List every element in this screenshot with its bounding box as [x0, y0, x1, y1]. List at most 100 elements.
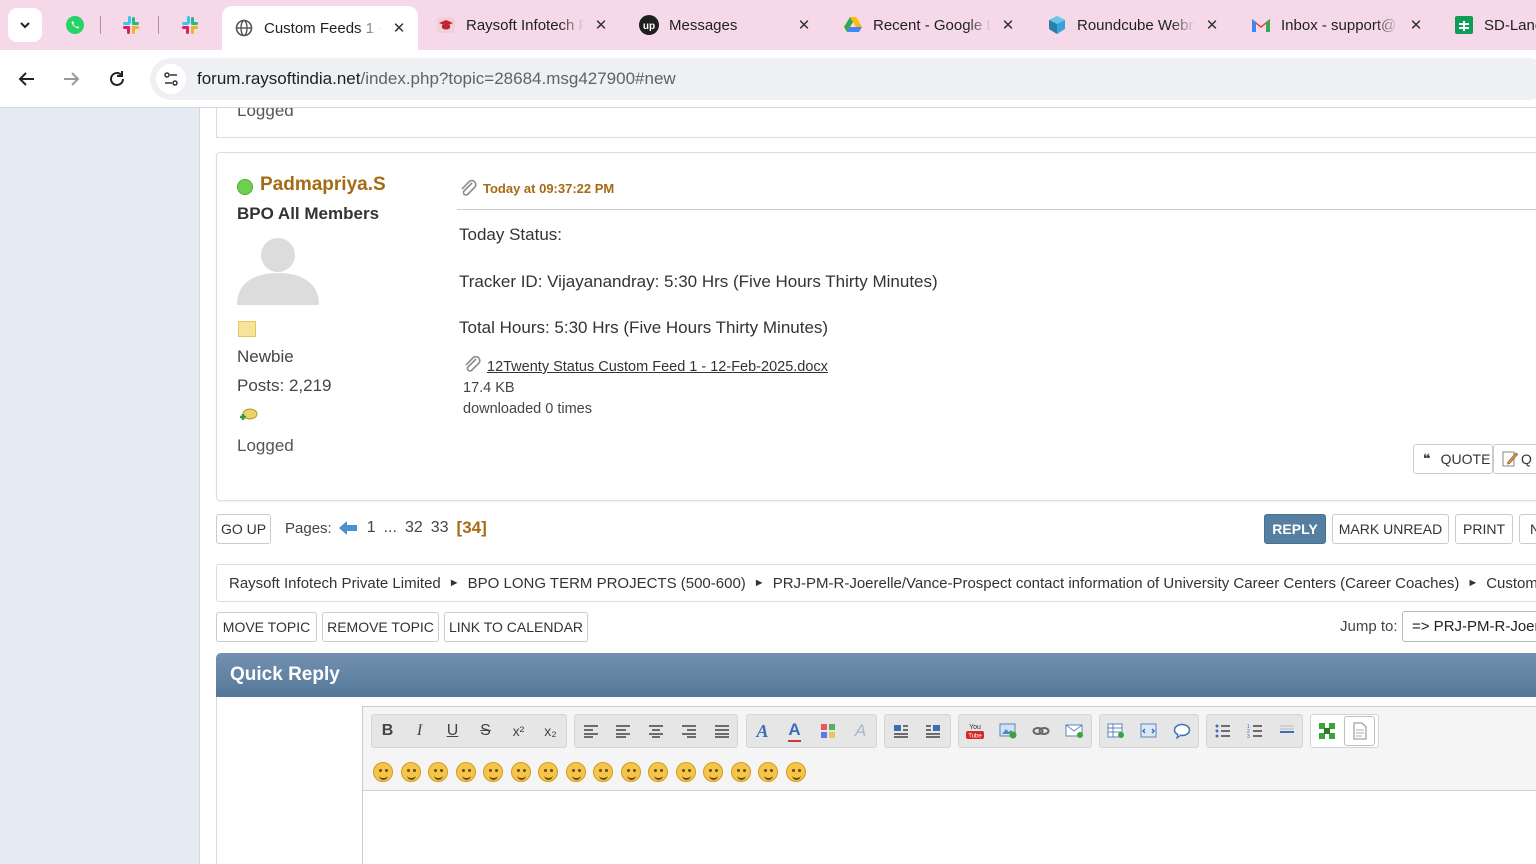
remove-format-button[interactable]: A: [845, 716, 876, 746]
bullet-list-button[interactable]: [1207, 716, 1238, 746]
smiley-icon[interactable]: [538, 762, 558, 782]
page-link[interactable]: 33: [431, 519, 449, 537]
smiley-icon[interactable]: [593, 762, 613, 782]
mark-unread-button[interactable]: MARK UNREAD: [1332, 514, 1449, 544]
quote-button[interactable]: ❝ QUOTE: [1413, 444, 1493, 474]
insert-link-button[interactable]: [1025, 716, 1056, 746]
pinned-tab-slack-1[interactable]: [116, 10, 146, 40]
upwork-icon: up: [639, 15, 659, 35]
close-icon[interactable]: ✕: [1405, 14, 1427, 36]
site-info-icon[interactable]: [156, 64, 186, 94]
jump-to-select[interactable]: => PRJ-PM-R-Joerelle: [1402, 611, 1536, 642]
align-left-button[interactable]: [607, 716, 638, 746]
superscript-button[interactable]: x²: [503, 716, 534, 746]
page-link[interactable]: 1: [367, 519, 376, 537]
font-size-button[interactable]: A: [779, 716, 810, 746]
smiley-icon[interactable]: [483, 762, 503, 782]
tab-search-button[interactable]: [8, 8, 42, 42]
tab-sd-lane[interactable]: SD-Lane: [1442, 7, 1536, 43]
breadcrumb-item[interactable]: Custom Feeds: [1486, 575, 1536, 592]
insert-code-button[interactable]: [1133, 716, 1164, 746]
reply-textarea[interactable]: [363, 792, 1536, 864]
browser-toolbar: forum.raysoftindia.net/index.php?topic=2…: [0, 50, 1536, 108]
breadcrumb-item[interactable]: PRJ-PM-R-Joerelle/Vance-Prospect contact…: [773, 575, 1460, 592]
smiley-icon[interactable]: [511, 762, 531, 782]
tab-title: Recent - Google D: [873, 16, 991, 34]
close-icon[interactable]: ✕: [997, 14, 1019, 36]
smiley-icon[interactable]: [758, 762, 778, 782]
breadcrumb-item[interactable]: Raysoft Infotech Private Limited: [229, 575, 441, 592]
tab-custom-feeds[interactable]: Custom Feeds 1 - ✕: [222, 6, 418, 50]
tab-raysoft[interactable]: Raysoft Infotech P ✕: [424, 7, 620, 43]
move-topic-button[interactable]: MOVE TOPIC: [216, 612, 317, 642]
smiley-icon[interactable]: [401, 762, 421, 782]
reply-button[interactable]: REPLY: [1264, 514, 1326, 544]
toggle-view-button[interactable]: [1311, 716, 1342, 746]
forum-page: Logged Padmapriya.S BPO All Members Newb…: [0, 108, 1536, 864]
font-color-button[interactable]: [812, 716, 843, 746]
smiley-icon[interactable]: [731, 762, 751, 782]
quick-edit-button[interactable]: Q: [1493, 444, 1536, 474]
address-bar[interactable]: forum.raysoftindia.net/index.php?topic=2…: [150, 58, 1536, 100]
smiley-icon[interactable]: [676, 762, 696, 782]
attachment-link[interactable]: 12Twenty Status Custom Feed 1 - 12-Feb-2…: [487, 359, 828, 375]
underline-button[interactable]: U: [437, 716, 468, 746]
close-icon[interactable]: ✕: [388, 17, 410, 39]
slack-icon: [182, 16, 198, 34]
link-to-calendar-button[interactable]: LINK TO CALENDAR: [444, 612, 588, 642]
quick-reply-header[interactable]: Quick Reply: [216, 653, 1536, 697]
poster-name[interactable]: Padmapriya.S: [260, 174, 386, 196]
go-up-button[interactable]: GO UP: [216, 514, 271, 544]
image-icon: [999, 723, 1016, 739]
insert-email-button[interactable]: [1058, 716, 1089, 746]
send-message-icon[interactable]: [238, 407, 258, 425]
tab-messages[interactable]: up Messages ✕: [627, 7, 823, 43]
insert-image-button[interactable]: [992, 716, 1023, 746]
tab-roundcube[interactable]: Roundcube Webm ✕: [1035, 7, 1231, 43]
close-icon[interactable]: ✕: [793, 14, 815, 36]
pinned-tab-whatsapp[interactable]: [60, 10, 90, 40]
pinned-tab-slack-2[interactable]: [175, 10, 205, 40]
smiley-icon[interactable]: [373, 762, 393, 782]
remove-topic-button[interactable]: REMOVE TOPIC: [322, 612, 439, 642]
float-left-button[interactable]: [885, 716, 916, 746]
reload-button[interactable]: [100, 62, 134, 96]
youtube-button[interactable]: You Tube: [959, 716, 990, 746]
tab-gmail[interactable]: Inbox - support@ ✕: [1239, 7, 1435, 43]
post-timestamp[interactable]: Today at 09:37:22 PM: [483, 181, 614, 196]
smiley-icon[interactable]: [566, 762, 586, 782]
smiley-icon[interactable]: [456, 762, 476, 782]
horizontal-rule-button[interactable]: [1271, 716, 1302, 746]
float-right-button[interactable]: [917, 716, 948, 746]
smiley-icon[interactable]: [428, 762, 448, 782]
smiley-icon[interactable]: [703, 762, 723, 782]
pre-align-button[interactable]: [575, 716, 606, 746]
close-icon[interactable]: ✕: [590, 14, 612, 36]
grid-icon: [1318, 723, 1335, 739]
bold-button[interactable]: B: [372, 716, 403, 746]
back-button[interactable]: [10, 62, 44, 96]
insert-quote-button[interactable]: [1166, 716, 1197, 746]
justify-button[interactable]: [706, 716, 737, 746]
insert-table-button[interactable]: [1100, 716, 1131, 746]
arrow-left-icon[interactable]: [338, 520, 358, 536]
close-icon[interactable]: ✕: [1201, 14, 1223, 36]
italic-button[interactable]: I: [404, 716, 435, 746]
align-center-button[interactable]: [640, 716, 671, 746]
subscript-button[interactable]: x₂: [535, 716, 566, 746]
page-link[interactable]: 32: [405, 519, 423, 537]
breadcrumb-item[interactable]: BPO LONG TERM PROJECTS (500-600): [468, 575, 746, 592]
strikethrough-button[interactable]: S: [470, 716, 501, 746]
smiley-icon[interactable]: [648, 762, 668, 782]
align-right-button[interactable]: [673, 716, 704, 746]
smiley-icon[interactable]: [786, 762, 806, 782]
next-action-button[interactable]: N: [1519, 514, 1536, 544]
poster-rank: Newbie: [237, 347, 294, 366]
smiley-icon[interactable]: [621, 762, 641, 782]
tab-google-drive[interactable]: Recent - Google D ✕: [831, 7, 1027, 43]
source-mode-button[interactable]: [1344, 716, 1375, 746]
numbered-list-button[interactable]: 123: [1239, 716, 1270, 746]
font-face-button[interactable]: A: [747, 716, 778, 746]
forward-button[interactable]: [54, 62, 88, 96]
print-button[interactable]: PRINT: [1455, 514, 1513, 544]
